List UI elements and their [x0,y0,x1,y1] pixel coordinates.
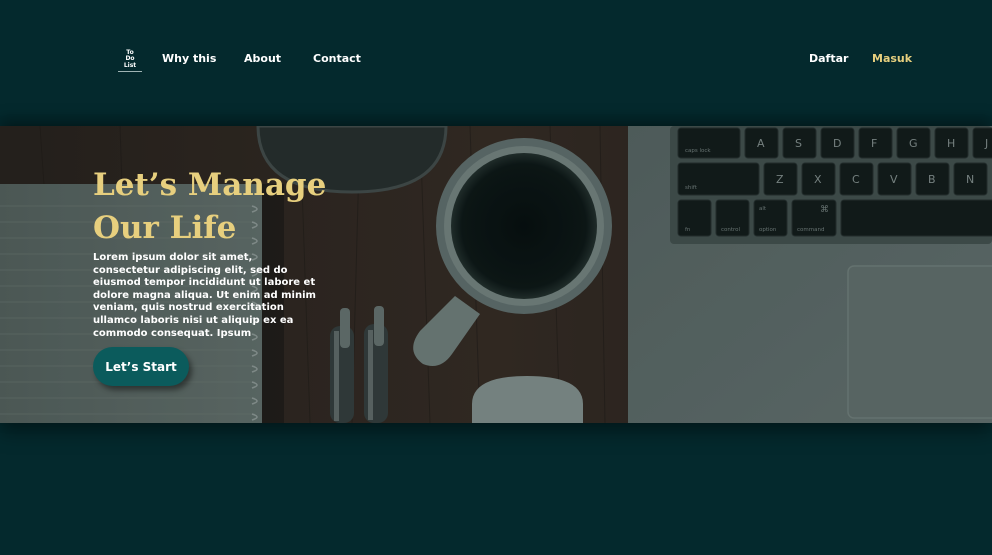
register-link[interactable]: Daftar [809,52,848,65]
nav-link-contact[interactable]: Contact [313,52,361,65]
navbar: To Do List Why this About Contact Daftar… [0,0,992,120]
hero-title-line-1: Let’s Manage [93,167,327,203]
nav-link-about[interactable]: About [244,52,281,65]
hero-description: Lorem ipsum dolor sit amet, consectetur … [93,252,316,339]
todo-list-logo[interactable]: To Do List [118,48,142,72]
hero-title: Let’s Manage Our Life [93,164,413,250]
nav-link-why-this[interactable]: Why this [162,52,216,65]
hero-banner: A S D F G H J Z X C V B N caps lock shif… [0,126,992,423]
hero-title-line-2: Our Life [93,210,237,246]
login-link[interactable]: Masuk [872,52,912,65]
lets-start-button[interactable]: Let’s Start [93,347,189,386]
logo-line-list: List [123,61,137,69]
